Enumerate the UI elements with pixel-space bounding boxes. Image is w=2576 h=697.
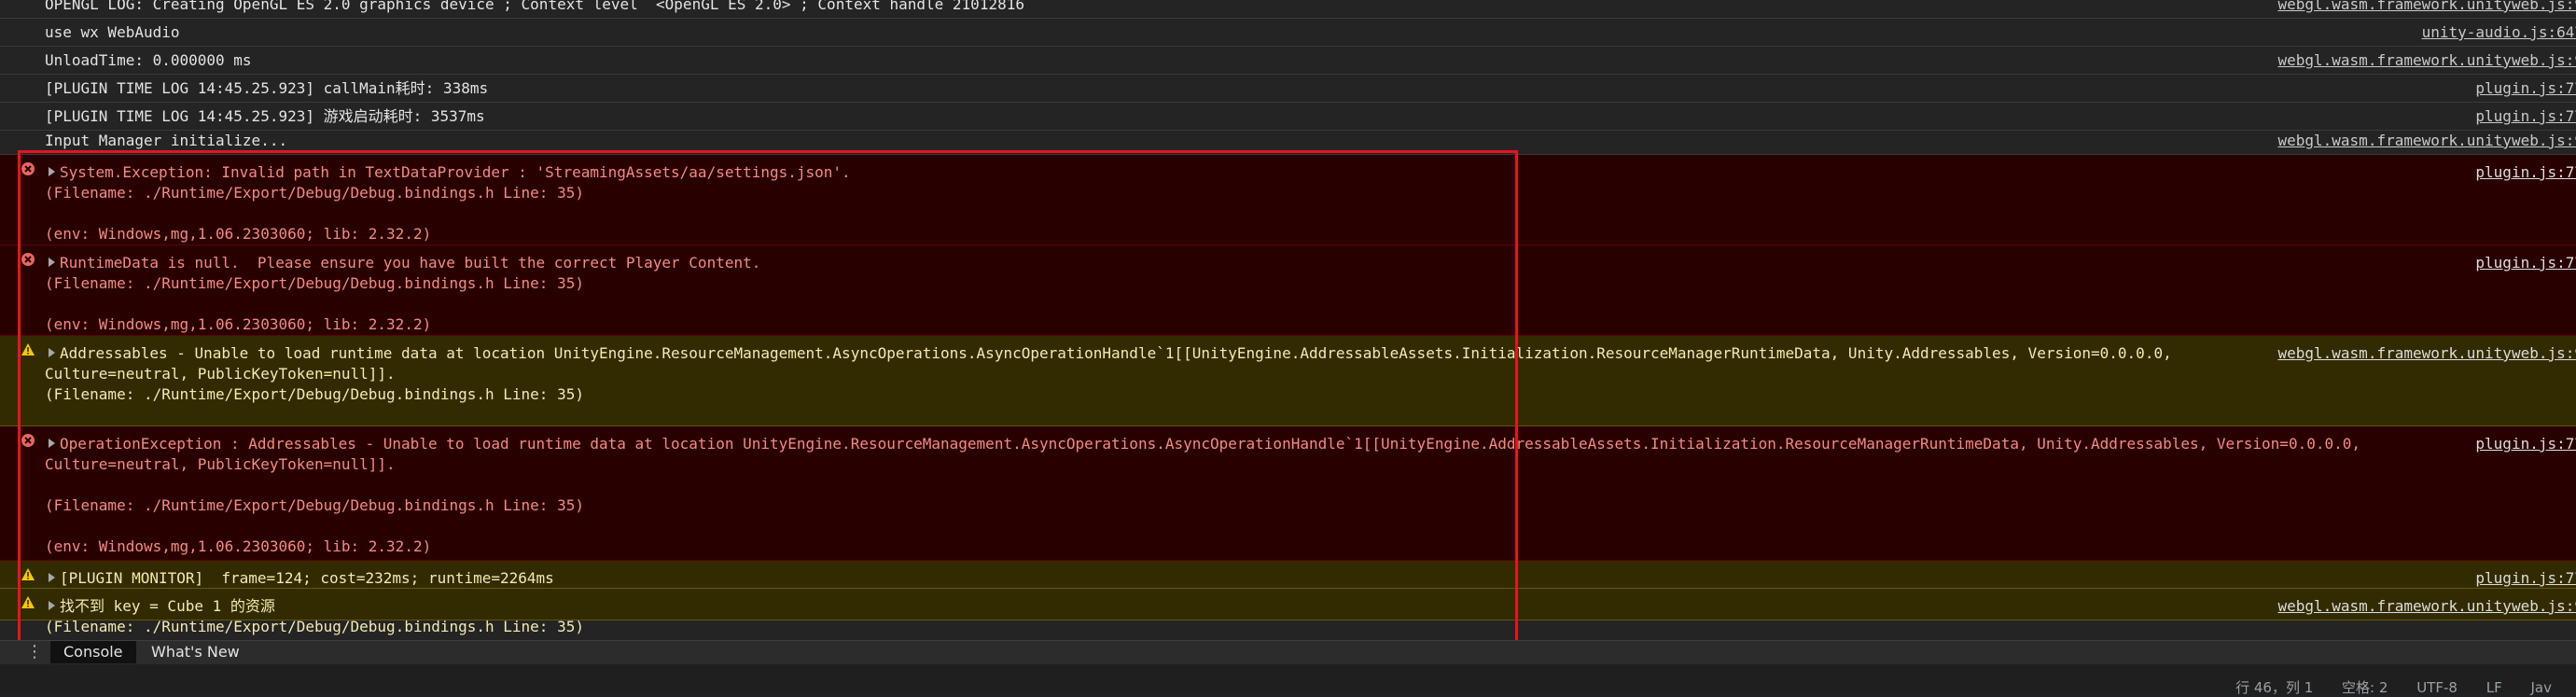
log-message-line: 找不到 key = Cube 1 的资源 (45, 596, 2565, 617)
expand-triangle-icon[interactable] (49, 573, 55, 582)
log-message-line: Culture=neutral, PublicKeyToken=null]]. (45, 364, 2565, 384)
log-message-text: OPENGL LOG: Creating OpenGL ES 2.0 graph… (45, 0, 1024, 13)
log-message-line: (env: Windows,mg,1.06.2303060; lib: 2.32… (45, 224, 2565, 244)
source-link[interactable]: webgl.wasm.framework.unityweb.js:9 (2277, 343, 2576, 364)
tab-console[interactable]: Console (50, 641, 136, 663)
source-link[interactable]: unity-audio.js:647 (2422, 22, 2576, 43)
warning-log-row[interactable]: 找不到 key = Cube 1 的资源 (Filename: ./Runtime… (0, 589, 2576, 635)
kebab-menu-icon[interactable]: ⋮ (26, 642, 43, 662)
log-message-text: 找不到 key = Cube 1 的资源 (60, 597, 275, 615)
status-indent[interactable]: 空格: 2 (2342, 679, 2388, 696)
log-row: Input Manager initialize... webgl.wasm.fr… (0, 131, 2576, 155)
log-message-text: use wx WebAudio (45, 23, 180, 41)
expand-triangle-icon[interactable] (49, 601, 55, 610)
source-link[interactable]: plugin.js:77 (2475, 434, 2576, 454)
log-message-line: Addressables - Unable to load runtime da… (45, 343, 2565, 364)
log-message-line: OperationException : Addressables - Unab… (45, 434, 2565, 454)
log-message-text: [PLUGIN TIME LOG 14:45.25.923] 游戏启动耗时: 3… (45, 107, 485, 125)
log-message-text: (Filename: ./Runtime/Export/Debug/Debug.… (45, 184, 584, 202)
expand-triangle-icon[interactable] (49, 258, 55, 267)
log-row: use wx WebAudio unity-audio.js:647 (0, 19, 2576, 47)
log-message-text: RuntimeData is null. Please ensure you h… (60, 254, 761, 272)
log-row: [PLUGIN TIME LOG 14:45.25.923] callMain耗… (0, 75, 2576, 103)
drawer-tab-bar: ⋮ Console What's New (0, 640, 2576, 663)
expand-triangle-icon[interactable] (49, 439, 55, 448)
expand-triangle-icon[interactable] (49, 348, 55, 357)
source-link[interactable]: webgl.wasm.framework.unityweb.js:9 (2277, 131, 2576, 151)
status-encoding[interactable]: UTF-8 (2416, 679, 2458, 696)
log-message-line: Culture=neutral, PublicKeyToken=null]]. (45, 454, 2565, 475)
error-log-row[interactable]: System.Exception: Invalid path in TextDa… (0, 155, 2576, 245)
error-circle-icon (21, 253, 35, 266)
warning-log-row[interactable]: Addressables - Unable to load runtime da… (0, 336, 2576, 426)
warning-triangle-icon (21, 568, 35, 580)
log-message-text: Culture=neutral, PublicKeyToken=null]]. (45, 455, 396, 473)
log-message-text: [PLUGIN TIME LOG 14:45.25.923] callMain耗… (45, 79, 489, 97)
warning-triangle-icon (21, 343, 35, 355)
log-message-line: (Filename: ./Runtime/Export/Debug/Debug.… (45, 273, 2565, 294)
log-message-text: Addressables - Unable to load runtime da… (60, 344, 2172, 362)
log-message-text: Input Manager initialize... (45, 132, 288, 149)
log-message-text: Culture=neutral, PublicKeyToken=null]]. (45, 365, 396, 383)
warning-log-row[interactable]: [PLUGIN MONITOR] frame=124; cost=232ms; … (0, 561, 2576, 589)
log-message-line: (Filename: ./Runtime/Export/Debug/Debug.… (45, 495, 2565, 516)
status-language[interactable]: Jav (2531, 679, 2553, 696)
log-message-line: (env: Windows,mg,1.06.2303060; lib: 2.32… (45, 537, 2565, 557)
expand-triangle-icon[interactable] (49, 167, 55, 176)
source-link[interactable]: plugin.js:77 (2475, 162, 2576, 183)
status-line-ending[interactable]: LF (2486, 679, 2502, 696)
console-panel: OPENGL LOG: Creating OpenGL ES 2.0 graph… (0, 0, 2576, 640)
source-link[interactable]: plugin.js:77 (2475, 568, 2576, 589)
log-message-line: (Filename: ./Runtime/Export/Debug/Debug.… (45, 384, 2565, 405)
log-message-text: System.Exception: Invalid path in TextDa… (60, 163, 851, 181)
source-link[interactable]: plugin.js:77 (2475, 106, 2576, 127)
warning-triangle-icon (21, 596, 35, 608)
log-message-line: [PLUGIN TIME LOG 14:45.25.923] callMain耗… (45, 78, 2565, 99)
log-message-text: (Filename: ./Runtime/Export/Debug/Debug.… (45, 618, 584, 635)
status-items: 行 46，列 1 空格: 2 UTF-8 LF Jav (2235, 677, 2576, 697)
log-message-line: OPENGL LOG: Creating OpenGL ES 2.0 graph… (45, 0, 2565, 15)
log-message-text: UnloadTime: 0.000000 ms (45, 51, 252, 69)
status-cursor-position[interactable]: 行 46，列 1 (2235, 679, 2313, 696)
source-link[interactable]: webgl.wasm.framework.unityweb.js:9 (2277, 50, 2576, 71)
log-message-line: (Filename: ./Runtime/Export/Debug/Debug.… (45, 183, 2565, 203)
log-message-text: [PLUGIN MONITOR] frame=124; cost=232ms; … (60, 569, 554, 587)
log-message-line: [PLUGIN MONITOR] frame=124; cost=232ms; … (45, 568, 2565, 589)
log-message-text: (Filename: ./Runtime/Export/Debug/Debug.… (45, 496, 584, 514)
log-message-line: use wx WebAudio (45, 22, 2565, 43)
error-log-row[interactable]: RuntimeData is null. Please ensure you h… (0, 245, 2576, 336)
source-link[interactable]: webgl.wasm.framework.unityweb.js:9 (2277, 596, 2576, 617)
log-message-text: (env: Windows,mg,1.06.2303060; lib: 2.32… (45, 315, 432, 333)
log-message-line: Input Manager initialize... (45, 131, 2565, 151)
log-message-text: (Filename: ./Runtime/Export/Debug/Debug.… (45, 274, 584, 292)
log-message-line: (Filename: ./Runtime/Export/Debug/Debug.… (45, 617, 2565, 637)
log-row: [PLUGIN TIME LOG 14:45.25.923] 游戏启动耗时: 3… (0, 103, 2576, 131)
log-message-line: RuntimeData is null. Please ensure you h… (45, 253, 2565, 273)
source-link[interactable]: plugin.js:77 (2475, 78, 2576, 99)
log-message-text: (env: Windows,mg,1.06.2303060; lib: 2.32… (45, 225, 432, 243)
tab-whats-new[interactable]: What's New (138, 641, 253, 663)
log-row: UnloadTime: 0.000000 ms webgl.wasm.framew… (0, 47, 2576, 75)
log-row: OPENGL LOG: Creating OpenGL ES 2.0 graph… (0, 0, 2576, 19)
error-log-row[interactable]: OperationException : Addressables - Unab… (0, 426, 2576, 561)
error-circle-icon (21, 162, 35, 175)
log-message-line: System.Exception: Invalid path in TextDa… (45, 162, 2565, 183)
status-bar: 行 46，列 1 空格: 2 UTF-8 LF Jav (0, 663, 2576, 696)
log-message-line: (env: Windows,mg,1.06.2303060; lib: 2.32… (45, 314, 2565, 335)
log-message-text: (Filename: ./Runtime/Export/Debug/Debug.… (45, 385, 584, 403)
log-message-line: UnloadTime: 0.000000 ms (45, 50, 2565, 71)
log-message-line: [PLUGIN TIME LOG 14:45.25.923] 游戏启动耗时: 3… (45, 106, 2565, 127)
source-link[interactable]: plugin.js:77 (2475, 253, 2576, 273)
log-message-text: (env: Windows,mg,1.06.2303060; lib: 2.32… (45, 537, 432, 555)
source-link[interactable]: webgl.wasm.framework.unityweb.js:9 (2277, 0, 2576, 15)
log-message-text: OperationException : Addressables - Unab… (60, 435, 2360, 453)
error-circle-icon (21, 434, 35, 447)
